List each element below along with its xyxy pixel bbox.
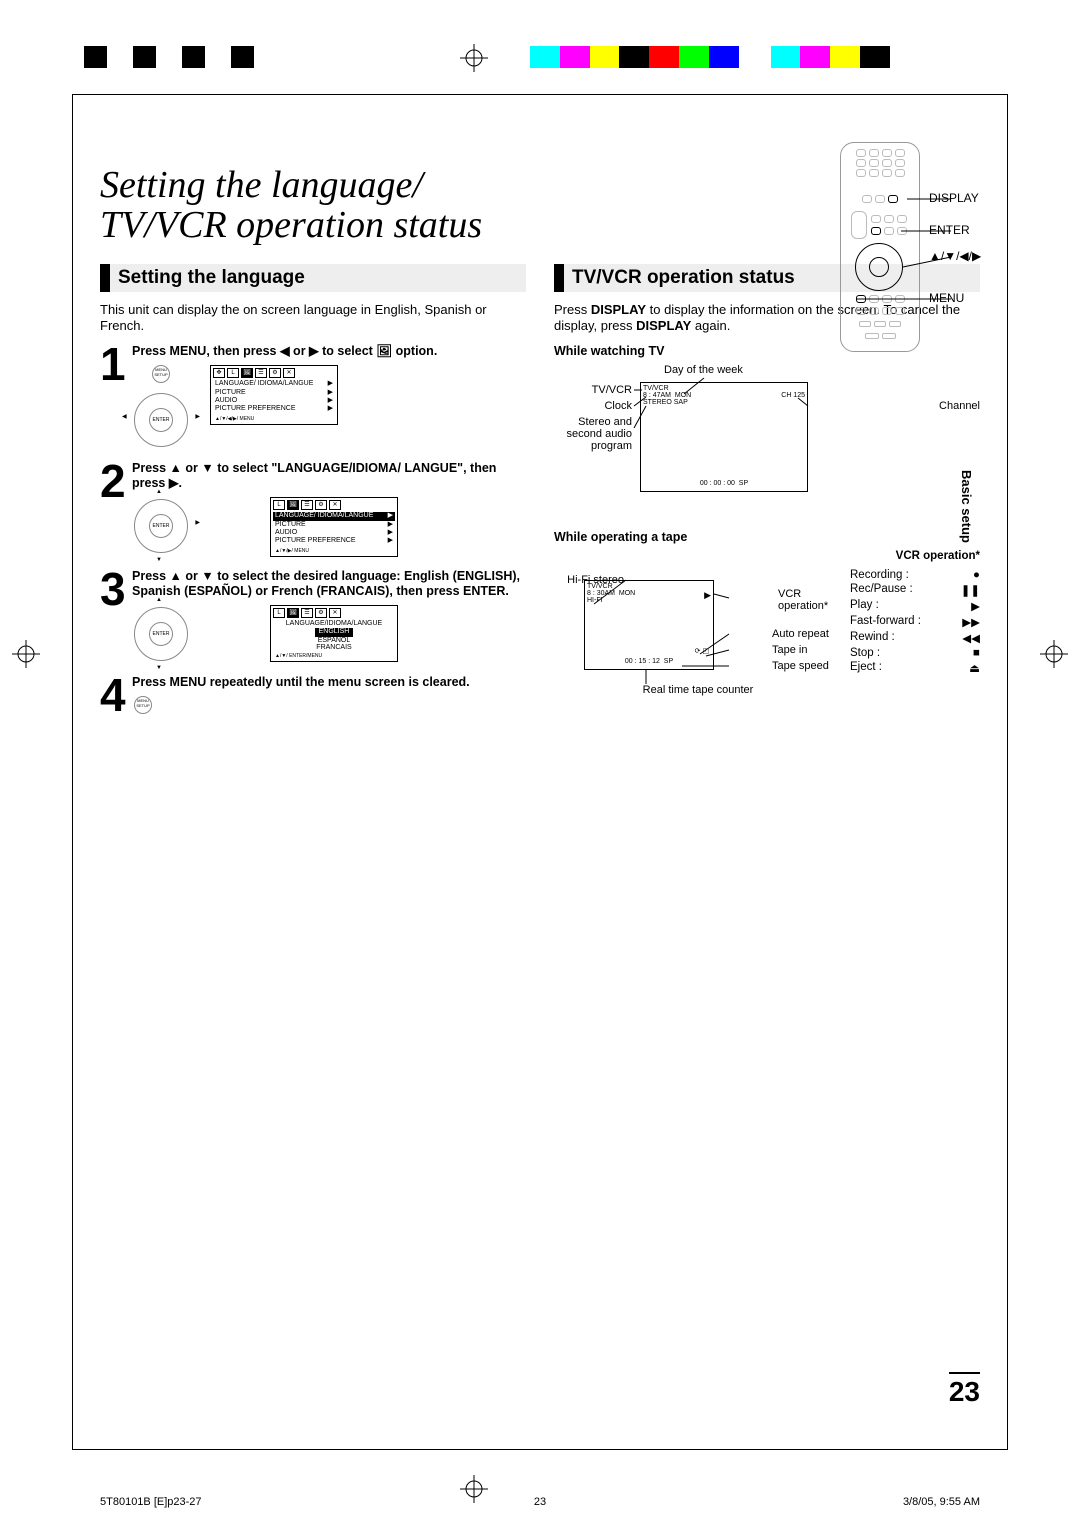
step-2-num: 2	[100, 461, 132, 557]
vcr-op-head: VCR operation*	[850, 550, 980, 562]
registration-mark-top	[460, 44, 488, 77]
remote-label-display: DISPLAY	[929, 191, 1019, 205]
page-content: DISPLAY ENTER ▲/▼/◀/▶ MENU Setting the l…	[100, 130, 980, 1408]
eject-icon: ⏏	[969, 661, 980, 675]
tape-osd-diagram: Hi-Fi stereo VCR operation* Auto repeat …	[554, 550, 980, 710]
step-1: 1 Press MENU, then press ◀ or ▶ to selec…	[100, 344, 526, 449]
registration-mark-left	[12, 640, 40, 673]
step-4-instr: Press MENU repeatedly until the menu scr…	[132, 675, 526, 690]
left-column: Setting the language This unit can displ…	[100, 264, 526, 728]
menu-setup-button-icon: MENU SETUP	[152, 365, 170, 383]
dpad-icon: ENTER ◀ ▶	[132, 391, 190, 449]
vcr-operation-table: Recording :● Rec/Pause :❚❚ Play :▶ Fast-…	[850, 568, 980, 676]
ff-icon: ▶▶	[962, 615, 980, 629]
step-4: 4 Press MENU repeatedly until the menu s…	[100, 675, 526, 716]
remote-label-menu: MENU	[929, 291, 1019, 305]
step-3-num: 3	[100, 569, 132, 663]
intro-left: This unit can display the on screen lang…	[100, 302, 526, 335]
tv-osd-diagram: TV/VCR Clock Stereo and second audio pro…	[554, 364, 980, 524]
printer-grayscale-bar	[84, 46, 254, 68]
pause-icon: ❚❚	[961, 583, 980, 597]
printer-color-bar	[530, 46, 890, 68]
step-3-instr: Press ▲ or ▼ to select the desired langu…	[132, 569, 526, 599]
remote-label-enter: ENTER	[929, 223, 1019, 237]
record-icon: ●	[973, 569, 980, 581]
remote-illustration: DISPLAY ENTER ▲/▼/◀/▶ MENU	[840, 142, 920, 352]
footer: 5T80101B [E]p23-27 23 3/8/05, 9:55 AM	[100, 1496, 980, 1508]
step-4-num: 4	[100, 675, 132, 716]
step-2-instr: Press ▲ or ▼ to select "LANGUAGE/IDIOMA/…	[132, 461, 526, 491]
osd-menu-step3: L🖼☰⚙✕ LANGUAGE/IDIOMA/LANGUE ENGLISH ESP…	[270, 605, 398, 662]
heading-setting-language: Setting the language	[100, 264, 526, 292]
menu-setup-button-icon: MENU SETUP	[134, 696, 152, 714]
step-2: 2 Press ▲ or ▼ to select "LANGUAGE/IDIOM…	[100, 461, 526, 557]
page-number: 23	[949, 1372, 980, 1408]
step-1-instr: Press MENU, then press ◀ or ▶ to select …	[132, 344, 526, 359]
footer-right: 3/8/05, 9:55 AM	[903, 1496, 980, 1508]
osd-menu-step2: L🖼☰⚙✕ LANGUAGE/ IDIOMA/LANGUE▶ PICTURE▶ …	[270, 497, 398, 557]
remote-label-arrows: ▲/▼/◀/▶	[929, 249, 1019, 263]
play-icon: ▶	[971, 599, 980, 613]
footer-left: 5T80101B [E]p23-27	[100, 1496, 202, 1508]
rw-icon: ◀◀	[962, 631, 980, 645]
stop-icon: ■	[973, 647, 980, 659]
dpad-icon: ENTER ▲ ▼ ▶	[132, 497, 190, 555]
dpad-icon: ENTER ▲ ▼	[132, 605, 190, 663]
step-1-num: 1	[100, 344, 132, 449]
footer-mid: 23	[534, 1496, 546, 1508]
osd-menu-step1: ✥L🖼☰⚙✕ LANGUAGE/ IDIOMA/LANGUE▶ PICTURE▶…	[210, 365, 338, 425]
registration-mark-right	[1040, 640, 1068, 673]
step-3: 3 Press ▲ or ▼ to select the desired lan…	[100, 569, 526, 663]
sub-while-tape: While operating a tape	[554, 530, 980, 544]
